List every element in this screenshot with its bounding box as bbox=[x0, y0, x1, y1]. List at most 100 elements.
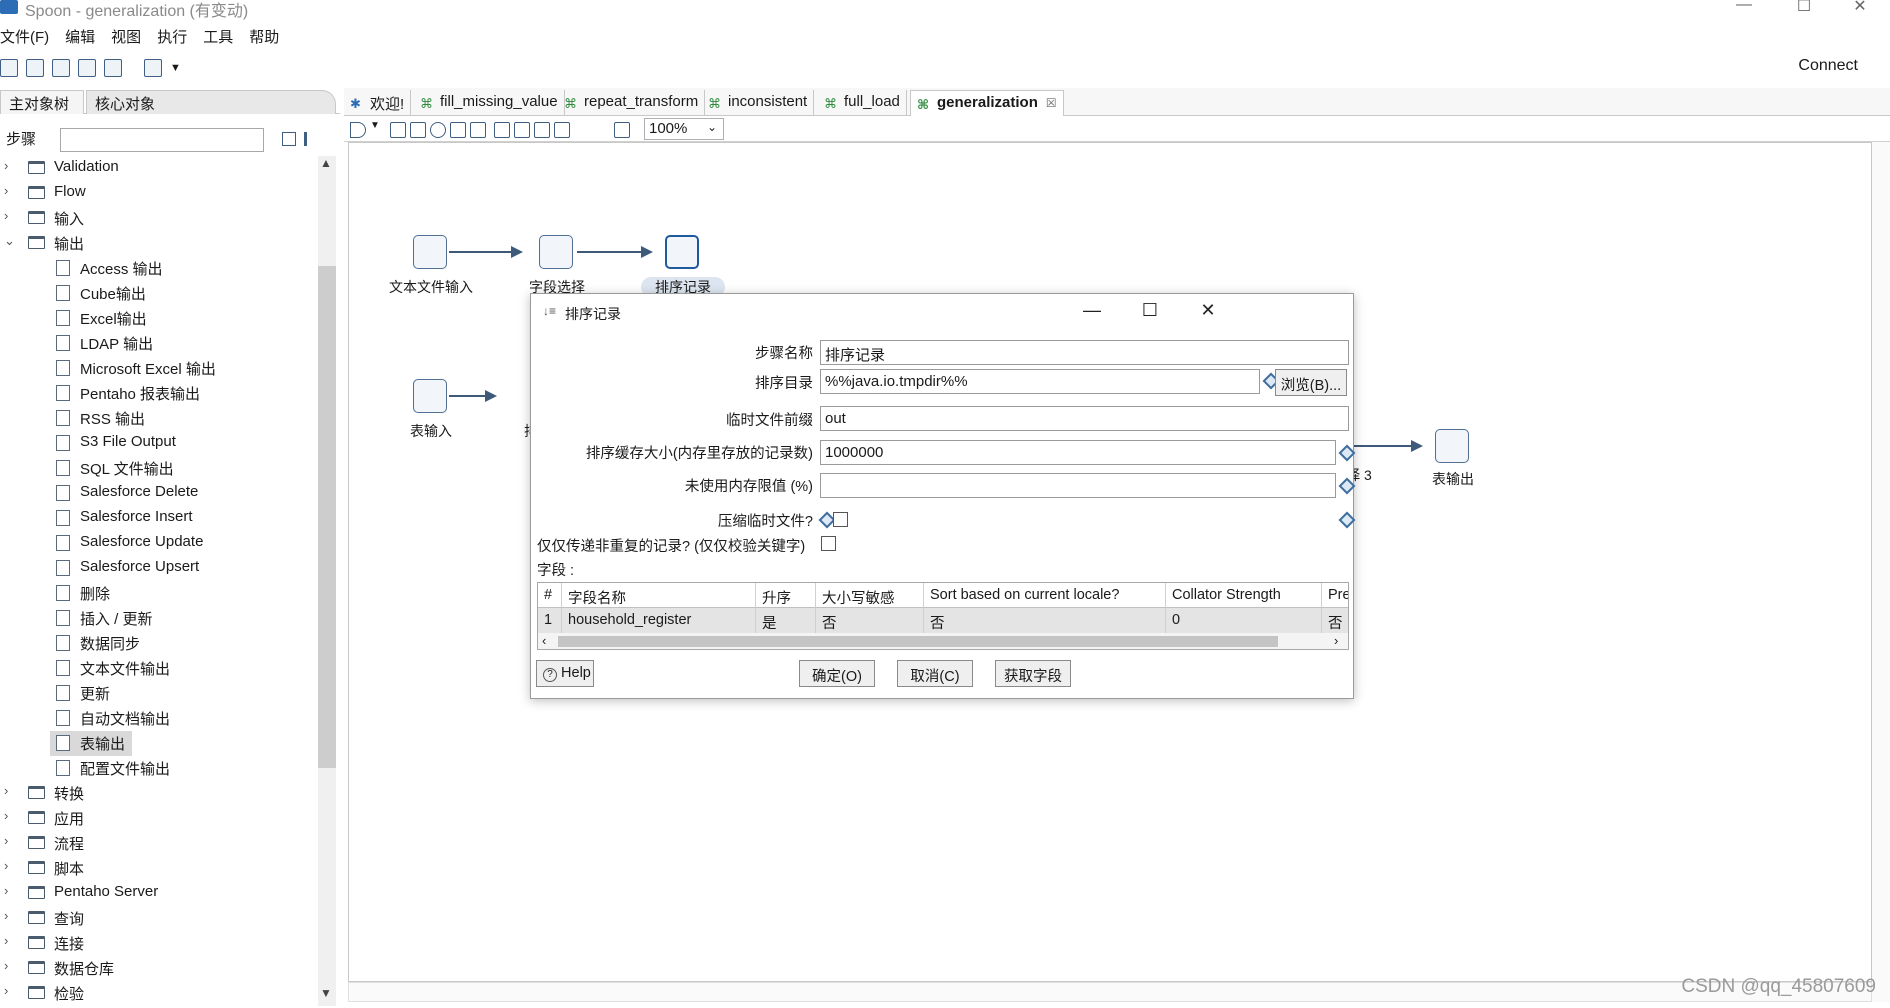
tree-step[interactable]: 配置文件输出 bbox=[0, 756, 318, 781]
sort-size-input[interactable]: 1000000 bbox=[820, 440, 1336, 465]
ok-button[interactable]: 确定(O) bbox=[799, 660, 875, 687]
tree-step[interactable]: 文本文件输出 bbox=[0, 656, 318, 681]
tree-folder[interactable]: › 数据仓库 bbox=[0, 956, 318, 981]
tree-folder[interactable]: › 应用 bbox=[0, 806, 318, 831]
tree-step[interactable]: SQL 文件输出 bbox=[0, 456, 318, 481]
editor-tab[interactable]: ✱ 欢迎! bbox=[344, 90, 412, 116]
close-tab-icon[interactable]: ☒ bbox=[1046, 96, 1057, 110]
menu-edit[interactable]: 编辑 bbox=[65, 26, 105, 48]
save-icon[interactable] bbox=[78, 59, 96, 77]
table-cell[interactable]: 否 bbox=[924, 608, 1166, 633]
step-name-input[interactable]: 排序记录 bbox=[820, 340, 1349, 365]
close-window-button[interactable]: ✕ bbox=[1840, 0, 1880, 16]
editor-tab[interactable]: ⌘ full_load bbox=[818, 90, 907, 116]
dialog-minimize-button[interactable]: — bbox=[1077, 300, 1107, 322]
tree-step[interactable]: LDAP 输出 bbox=[0, 331, 318, 356]
tree-folder[interactable]: › Flow bbox=[0, 181, 318, 206]
tree-scrollbar-thumb[interactable] bbox=[318, 266, 336, 768]
variable-icon[interactable] bbox=[1338, 511, 1356, 529]
scroll-up-icon[interactable]: ▲ bbox=[320, 156, 332, 170]
table-cell[interactable]: 0 bbox=[1166, 608, 1322, 633]
open-file-icon[interactable] bbox=[26, 59, 44, 77]
menu-run[interactable]: 执行 bbox=[157, 26, 197, 48]
step-table-input-icon[interactable] bbox=[413, 379, 447, 413]
replay-icon[interactable] bbox=[470, 122, 486, 138]
chevron-right-icon[interactable]: › bbox=[4, 183, 20, 198]
tree-step[interactable]: Salesforce Delete bbox=[0, 481, 318, 506]
step-text-file-input-icon[interactable] bbox=[413, 235, 447, 269]
explore-repository-icon[interactable] bbox=[52, 59, 70, 77]
table-scrollbar-thumb[interactable] bbox=[558, 636, 1278, 647]
chevron-right-icon[interactable]: › bbox=[4, 958, 20, 973]
table-cell[interactable]: 是 bbox=[756, 608, 816, 633]
tab-main-tree[interactable]: 主对象树 bbox=[0, 90, 84, 114]
menu-file[interactable]: 文件(F) bbox=[0, 26, 59, 48]
impact-icon[interactable] bbox=[514, 122, 530, 138]
explore-db-icon[interactable] bbox=[554, 122, 570, 138]
verify-icon[interactable] bbox=[494, 122, 510, 138]
table-cell[interactable]: household_register bbox=[562, 608, 756, 633]
chevron-right-icon[interactable]: › bbox=[4, 208, 20, 223]
hop-text-to-select[interactable] bbox=[449, 246, 523, 258]
menu-tools[interactable]: 工具 bbox=[203, 26, 243, 48]
chevron-right-icon[interactable]: › bbox=[4, 158, 20, 173]
unique-rows-checkbox[interactable] bbox=[821, 536, 836, 551]
tree-folder[interactable]: › 输入 bbox=[0, 206, 318, 231]
zoom-select[interactable]: 100% ⌄ bbox=[644, 118, 724, 140]
pause-icon[interactable] bbox=[390, 122, 406, 138]
free-memory-input[interactable] bbox=[820, 473, 1336, 498]
new-file-icon[interactable] bbox=[0, 59, 18, 77]
tree-step[interactable]: 删除 bbox=[0, 581, 318, 606]
maximize-button[interactable]: ☐ bbox=[1784, 0, 1824, 16]
debug-icon[interactable] bbox=[450, 122, 466, 138]
tree-folder[interactable]: › Pentaho Server bbox=[0, 881, 318, 906]
table-cell[interactable]: 否 bbox=[1322, 608, 1348, 633]
tree-step[interactable]: 自动文档输出 bbox=[0, 706, 318, 731]
canvas-horizontal-scrollbar[interactable] bbox=[348, 982, 1872, 1002]
chevron-right-icon[interactable]: › bbox=[4, 983, 20, 998]
get-fields-button[interactable]: 获取字段 bbox=[995, 660, 1071, 687]
connect-button[interactable]: Connect bbox=[1798, 57, 1858, 75]
chevron-right-icon[interactable]: › bbox=[4, 833, 20, 848]
tree-step[interactable]: 插入 / 更新 bbox=[0, 606, 318, 631]
tab-core-objects[interactable]: 核心对象 bbox=[86, 90, 336, 114]
tree-folder[interactable]: › 检验 bbox=[0, 981, 318, 1006]
table-cell[interactable]: 否 bbox=[816, 608, 924, 633]
chevron-right-icon[interactable]: › bbox=[4, 858, 20, 873]
scroll-down-icon[interactable]: ▼ bbox=[320, 986, 332, 1000]
tree-step[interactable]: 更新 bbox=[0, 681, 318, 706]
chevron-right-icon[interactable]: › bbox=[4, 933, 20, 948]
tree-folder[interactable]: › Validation bbox=[0, 156, 318, 181]
run-icon[interactable] bbox=[350, 122, 366, 138]
step-table-output-icon[interactable] bbox=[1435, 429, 1469, 463]
collapse-all-icon[interactable] bbox=[304, 132, 320, 146]
cancel-button[interactable]: 取消(C) bbox=[897, 660, 973, 687]
save-as-icon[interactable] bbox=[104, 59, 122, 77]
tree-folder[interactable]: › 流程 bbox=[0, 831, 318, 856]
dialog-close-button[interactable]: ✕ bbox=[1193, 300, 1223, 322]
tree-step[interactable]: 表输出 bbox=[50, 731, 132, 756]
tree-step[interactable]: Access 输出 bbox=[0, 256, 318, 281]
hop-to-table-output[interactable] bbox=[1349, 440, 1423, 452]
tree-folder[interactable]: › 连接 bbox=[0, 931, 318, 956]
editor-tab[interactable]: ⌘ repeat_transform bbox=[558, 90, 706, 116]
chevron-right-icon[interactable]: › bbox=[4, 808, 20, 823]
steps-search-input[interactable] bbox=[60, 128, 264, 152]
editor-tab[interactable]: ⌘ fill_missing_value bbox=[414, 90, 565, 116]
chevron-right-icon[interactable]: › bbox=[4, 783, 20, 798]
expand-all-icon[interactable] bbox=[282, 132, 296, 146]
editor-tab[interactable]: ⌘ generalization ☒ bbox=[910, 90, 1064, 116]
tree-step[interactable]: Salesforce Update bbox=[0, 531, 318, 556]
chevron-right-icon[interactable]: › bbox=[4, 908, 20, 923]
step-field-select-icon[interactable] bbox=[539, 235, 573, 269]
canvas-vertical-scrollbar[interactable] bbox=[1872, 142, 1890, 1002]
sql-icon[interactable] bbox=[534, 122, 550, 138]
tree-step[interactable]: Cube输出 bbox=[0, 281, 318, 306]
temp-prefix-input[interactable]: out bbox=[820, 406, 1349, 431]
minimize-button[interactable]: — bbox=[1724, 0, 1764, 16]
editor-tab[interactable]: ⌘ inconsistent bbox=[702, 90, 815, 116]
tree-step[interactable]: S3 File Output bbox=[0, 431, 318, 456]
chevron-down-icon[interactable]: ⌄ bbox=[4, 233, 20, 249]
hop-table-input[interactable] bbox=[449, 390, 497, 402]
tree-step[interactable]: Microsoft Excel 输出 bbox=[0, 356, 318, 381]
